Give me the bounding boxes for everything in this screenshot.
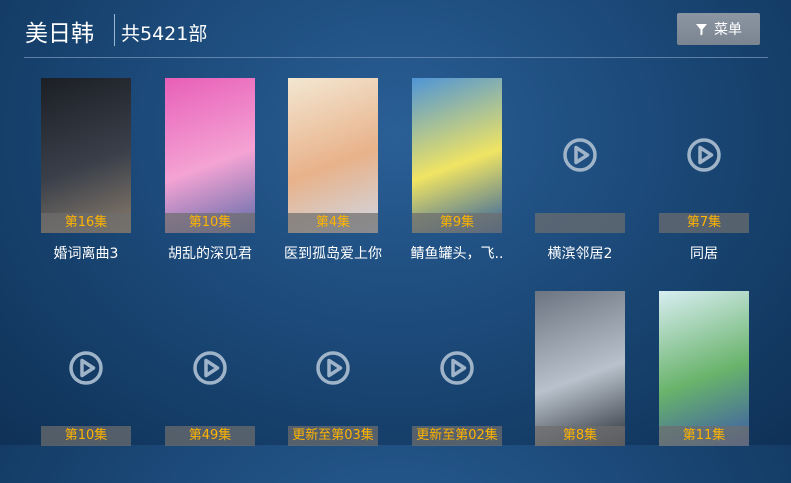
- video-title: 胡乱的深见君: [168, 246, 252, 262]
- poster-image: 第10集: [165, 78, 255, 233]
- video-title: 横滨邻居2: [547, 246, 613, 262]
- poster-art: [535, 291, 625, 446]
- video-card[interactable]: 第7集同居: [642, 60, 766, 270]
- play-icon: [440, 351, 474, 385]
- play-icon: [69, 351, 103, 385]
- poster-placeholder: 第49集: [165, 291, 255, 446]
- poster-art: [412, 78, 502, 233]
- episode-badge: 第10集: [41, 426, 131, 446]
- episode-badge: [535, 213, 625, 233]
- poster-art: [41, 78, 131, 233]
- video-card[interactable]: 第10集胡乱的深见君: [148, 60, 272, 270]
- video-card[interactable]: 第11集: [642, 273, 766, 483]
- episode-badge: 更新至第03集: [288, 426, 378, 446]
- play-icon: [193, 351, 227, 385]
- episode-badge: 更新至第02集: [412, 426, 502, 446]
- video-card[interactable]: 更新至第02集: [395, 273, 519, 483]
- poster-placeholder: 更新至第03集: [288, 291, 378, 446]
- poster-placeholder: 第10集: [41, 291, 131, 446]
- video-title: 鲭鱼罐头，飞..: [410, 246, 504, 262]
- episode-badge: 第11集: [659, 426, 749, 446]
- play-icon: [316, 351, 350, 385]
- poster-image: 第8集: [535, 291, 625, 446]
- video-card[interactable]: 第16集婚词离曲3: [24, 60, 148, 270]
- top-bar: 美日韩 共5421部 菜单: [0, 0, 791, 60]
- episode-badge: 第10集: [165, 213, 255, 233]
- menu-button-label: 菜单: [714, 22, 742, 38]
- video-card[interactable]: 第9集鲭鱼罐头，飞..: [395, 60, 519, 270]
- video-card[interactable]: 第10集: [24, 273, 148, 483]
- poster-placeholder: [535, 78, 625, 233]
- episode-badge: 第9集: [412, 213, 502, 233]
- total-count: 共5421部: [121, 23, 208, 45]
- video-title: 医到孤岛爱上你: [284, 246, 382, 262]
- video-card[interactable]: 第4集医到孤岛爱上你: [271, 60, 395, 270]
- poster-art: [165, 78, 255, 233]
- poster-image: 第9集: [412, 78, 502, 233]
- episode-badge: 第4集: [288, 213, 378, 233]
- video-title: 同居: [690, 246, 718, 262]
- poster-image: 第4集: [288, 78, 378, 233]
- video-title: 婚词离曲3: [53, 246, 119, 262]
- poster-placeholder: 更新至第02集: [412, 291, 502, 446]
- menu-button[interactable]: 菜单: [677, 13, 760, 45]
- poster-image: 第16集: [41, 78, 131, 233]
- video-card[interactable]: 横滨邻居2: [518, 60, 642, 270]
- video-card[interactable]: 第49集: [148, 273, 272, 483]
- filter-icon: [696, 23, 707, 35]
- episode-badge: 第8集: [535, 426, 625, 446]
- poster-image: 第11集: [659, 291, 749, 446]
- poster-art: [288, 78, 378, 233]
- page-title: 美日韩: [25, 21, 94, 47]
- poster-art: [659, 291, 749, 446]
- play-icon: [687, 138, 721, 172]
- episode-badge: 第49集: [165, 426, 255, 446]
- title-divider: [114, 14, 115, 46]
- poster-placeholder: 第7集: [659, 78, 749, 233]
- video-card[interactable]: 第8集: [518, 273, 642, 483]
- video-card[interactable]: 更新至第03集: [271, 273, 395, 483]
- episode-badge: 第7集: [659, 213, 749, 233]
- episode-badge: 第16集: [41, 213, 131, 233]
- header-divider: [24, 57, 768, 58]
- play-icon: [563, 138, 597, 172]
